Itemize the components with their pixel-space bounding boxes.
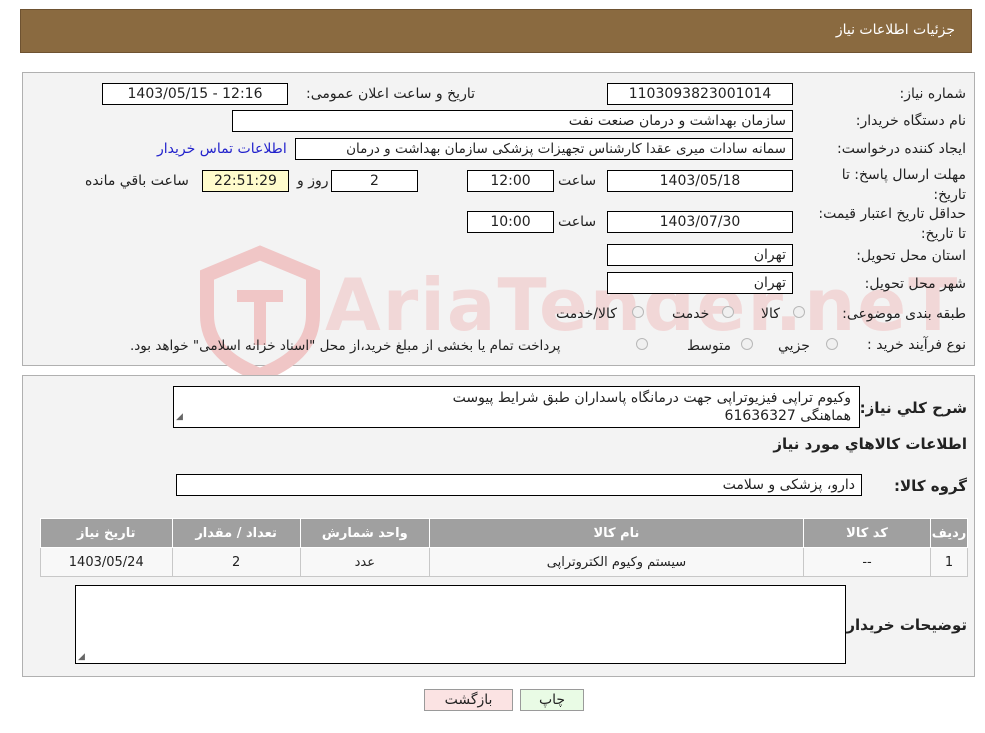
cell-quantity: 2 <box>171 547 301 577</box>
back-button[interactable]: بازگشت <box>424 689 513 711</box>
description-textarea[interactable]: وکیوم تراپی فیزیوتراپی جهت درمانگاه پاسد… <box>173 386 860 428</box>
announce-datetime-field: 1403/05/15 - 12:16 <box>102 83 288 105</box>
page-title: جزئیات اطلاعات نیاز <box>835 22 955 38</box>
validity-time-label: ساعت <box>558 214 597 230</box>
goods-group-field: دارو، پزشکی و سلامت <box>176 474 862 496</box>
cell-code: -- <box>802 547 932 577</box>
buyer-contact-link[interactable]: اطلاعات تماس خریدار <box>157 141 287 157</box>
days-label: روز و <box>297 173 329 189</box>
deadline-time-label: ساعت <box>558 173 597 189</box>
deadline-time-field: 12:00 <box>467 170 554 192</box>
creator-label: ایجاد کننده درخواست: <box>837 141 966 157</box>
buyer-notes-label: توضیحات خریدار: <box>840 616 967 634</box>
resize-grip-icon: ◢ <box>176 412 183 422</box>
process-label: نوع فرآیند خرید : <box>867 337 966 353</box>
province-field: تهران <box>607 244 793 266</box>
city-label: شهر محل تحویل: <box>864 276 966 292</box>
cell-date: 1403/05/24 <box>40 547 173 577</box>
column-header-unit: واحد شمارش <box>299 518 430 548</box>
category-goods-radio[interactable] <box>793 306 805 318</box>
category-service-label: خدمت <box>672 306 710 322</box>
print-button[interactable]: چاپ <box>520 689 584 711</box>
process-medium-radio[interactable] <box>741 338 753 350</box>
city-field: تهران <box>607 272 793 294</box>
resize-grip-icon: ◢ <box>78 652 85 662</box>
goods-group-label: گروه کالا: <box>894 477 967 495</box>
process-minor-label: جزیي <box>778 338 810 354</box>
goods-table-header-row: ردیف کد کالا نام کالا واحد شمارش تعداد /… <box>40 518 968 548</box>
process-treasury-note: پرداخت تمام یا بخشی از مبلغ خرید،از محل … <box>130 338 561 354</box>
column-header-date: تاریخ نیاز <box>40 518 173 548</box>
remaining-time-field: 22:51:29 <box>202 170 289 192</box>
description-label: شرح كلي نياز: <box>859 399 967 417</box>
cell-name: سیستم وکیوم الکتروتراپی <box>428 547 805 577</box>
column-header-name: نام کالا <box>428 518 805 548</box>
category-goods-label: کالا <box>761 306 780 322</box>
announce-label: تاریخ و ساعت اعلان عمومی: <box>306 86 475 102</box>
watermark-logo-icon <box>200 245 320 383</box>
goods-section-title: اطلاعات كالاهاي مورد نياز <box>773 435 967 453</box>
goods-table: ردیف کد کالا نام کالا واحد شمارش تعداد /… <box>40 518 968 577</box>
deadline-date-field: 1403/05/18 <box>607 170 793 192</box>
process-treasury-checkbox[interactable] <box>636 338 648 350</box>
page-header: جزئیات اطلاعات نیاز <box>20 9 972 53</box>
process-medium-label: متوسط <box>687 338 731 354</box>
process-minor-radio[interactable] <box>826 338 838 350</box>
category-label: طبقه بندی موضوعی: <box>842 306 966 322</box>
validity-label: حداقل تاریخ اعتبار قیمت: تا تاریخ: <box>818 206 966 242</box>
description-line-1: وکیوم تراپی فیزیوتراپی جهت درمانگاه پاسد… <box>452 390 851 406</box>
validity-time-field: 10:00 <box>467 211 554 233</box>
buyer-org-label: نام دستگاه خریدار: <box>855 113 966 129</box>
category-goods-service-radio[interactable] <box>632 306 644 318</box>
description-line-2: هماهنگی 61636327 <box>724 408 851 424</box>
remaining-label: ساعت باقي مانده <box>85 173 189 189</box>
cell-row-number: 1 <box>930 547 968 577</box>
column-header-quantity: تعداد / مقدار <box>171 518 301 548</box>
column-header-code: کد کالا <box>802 518 932 548</box>
creator-field: سمانه سادات میری عقدا کارشناس تجهیزات پز… <box>295 138 793 160</box>
buyer-org-field: سازمان بهداشت و درمان صنعت نفت <box>232 110 793 132</box>
province-label: استان محل تحویل: <box>856 248 966 264</box>
validity-date-field: 1403/07/30 <box>607 211 793 233</box>
need-number-label: شماره نیاز: <box>899 86 967 102</box>
category-goods-service-label: کالا/خدمت <box>556 306 617 322</box>
buyer-notes-textarea[interactable]: ◢ <box>75 585 846 664</box>
table-row: 1 -- سیستم وکیوم الکتروتراپی عدد 2 1403/… <box>40 547 968 577</box>
deadline-label: مهلت ارسال پاسخ: تا تاریخ: <box>841 167 966 203</box>
cell-unit: عدد <box>299 547 430 577</box>
category-service-radio[interactable] <box>722 306 734 318</box>
need-number-field: 1103093823001014 <box>607 83 793 105</box>
column-header-row-number: ردیف <box>930 518 968 548</box>
remaining-days-field: 2 <box>331 170 418 192</box>
